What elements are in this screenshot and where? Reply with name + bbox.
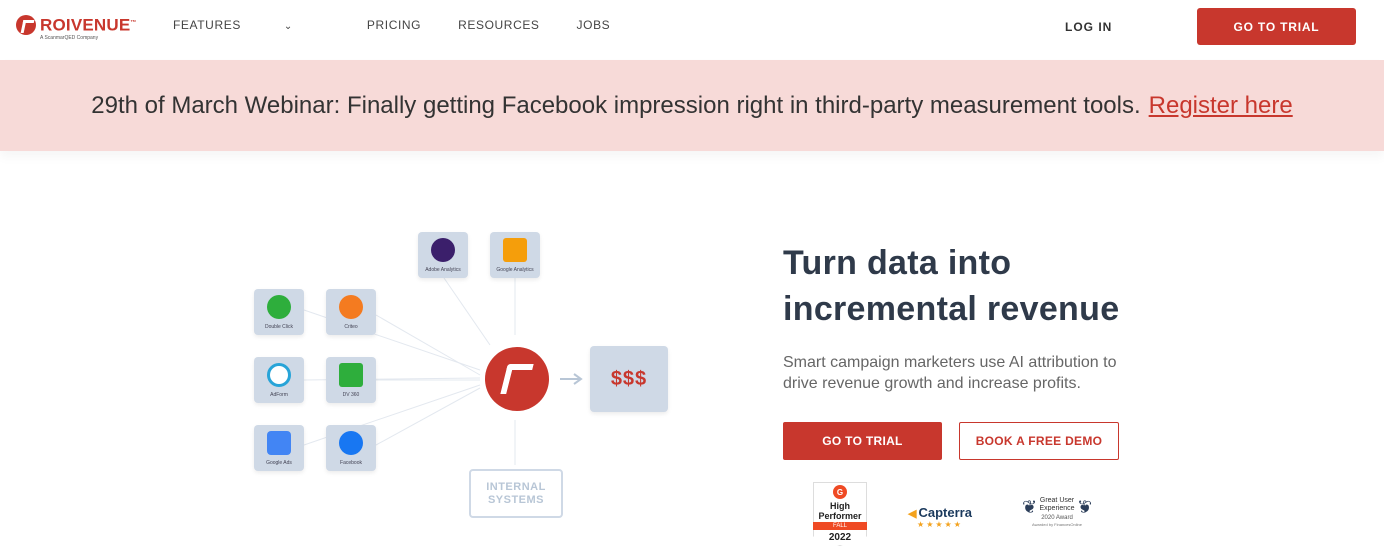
go-to-trial-button[interactable]: GO TO TRIAL (1197, 8, 1356, 45)
capterra-stars: ★★★★★ (917, 520, 963, 529)
hero-title-line1: Turn data into (783, 244, 1012, 282)
nav-links: FEATURES ⌄ PRICING RESOURCES JOBS (173, 18, 647, 32)
logo-name: ROIVENUE (40, 15, 131, 35)
g2-year: 2022 (828, 532, 852, 543)
tile-dv360: DV 360 (326, 357, 376, 403)
adform-icon (267, 363, 291, 387)
register-link[interactable]: Register here (1149, 92, 1293, 120)
tile-double-click: Double Click (254, 289, 304, 335)
nav-pricing[interactable]: PRICING (367, 18, 421, 32)
criteo-icon (339, 295, 363, 319)
award-badges: G High Performer FALL 2022 ◀ Capterra ★★★… (810, 482, 1100, 548)
tile-google-analytics: Google Analytics (490, 232, 540, 278)
internal-line2: SYSTEMS (487, 493, 545, 506)
logo-tm: ™ (130, 20, 137, 26)
hero-description: Smart campaign marketers use AI attribut… (783, 354, 1117, 392)
tile-adobe-analytics: Adobe Analytics (418, 232, 468, 278)
logo-subtitle: A ScanmarQED Company (40, 34, 99, 41)
login-link[interactable]: LOG IN (1065, 20, 1112, 34)
tile-adform: AdForm (254, 357, 304, 403)
capterra-badge: ◀ Capterra ★★★★★ (908, 505, 972, 529)
google-analytics-icon (503, 238, 527, 262)
tile-google-ads: Google Ads (254, 425, 304, 471)
g2-line2: Performer (818, 511, 862, 521)
top-nav: ROIVENUE™ A ScanmarQED Company FEATURES ⌄… (0, 0, 1384, 60)
roivenue-hub-icon (485, 347, 549, 411)
attribution-diagram: Adobe Analytics Google Analytics Double … (240, 220, 690, 530)
tile-label: Facebook (340, 460, 362, 466)
go-to-trial-cta-button[interactable]: GO TO TRIAL (783, 422, 942, 460)
hero-cta-group: GO TO TRIAL BOOK A FREE DEMO (783, 422, 1119, 460)
g2-line1: High (830, 501, 850, 511)
tile-label: Double Click (264, 324, 294, 330)
g2-season: FALL (813, 522, 867, 530)
tile-label: AdForm (270, 392, 288, 398)
capterra-name: Capterra (918, 505, 972, 520)
nav-jobs[interactable]: JOBS (577, 18, 611, 32)
tile-label: DV 360 (342, 392, 360, 398)
dv360-icon (339, 363, 363, 387)
financesonline-award-badge: ❦ ❦ Great User Experience 2020 Award Awa… (1022, 497, 1092, 527)
google-ads-icon (267, 431, 291, 455)
internal-systems-box: INTERNAL SYSTEMS (469, 469, 563, 518)
roivenue-logo-icon (16, 15, 36, 35)
g2-icon: G (833, 485, 847, 499)
facebook-icon (339, 431, 363, 455)
chevron-down-icon: ⌄ (283, 21, 293, 32)
g2-high-performer-badge: G High Performer FALL 2022 (810, 482, 870, 548)
tile-label: Google Ads (266, 460, 292, 466)
tile-criteo: Criteo (326, 289, 376, 335)
adobe-analytics-icon (431, 238, 455, 262)
revenue-box: $$$ (590, 346, 668, 412)
hero-title-line2: incremental revenue (783, 290, 1120, 328)
book-demo-button[interactable]: BOOK A FREE DEMO (959, 422, 1119, 460)
tile-label: Adobe Analytics (425, 267, 461, 273)
laurel-right-icon: ❦ (1076, 497, 1092, 517)
nav-resources[interactable]: RESOURCES (458, 18, 539, 32)
ff-line4: Awarded by FinancesOnline (1032, 522, 1082, 527)
webinar-banner: 29th of March Webinar: Finally getting F… (0, 60, 1384, 151)
laurel-left-icon: ❦ (1022, 497, 1038, 517)
capterra-icon: ◀ (908, 508, 917, 520)
doubleclick-icon (267, 295, 291, 319)
hero-section: Turn data into incremental revenue Smart… (783, 240, 1343, 394)
roivenue-logo[interactable]: ROIVENUE™ A ScanmarQED Company (16, 14, 137, 41)
tile-label: Criteo (344, 324, 358, 330)
nav-features[interactable]: FEATURES ⌄ (173, 18, 330, 32)
nav-features-label: FEATURES (173, 18, 241, 32)
internal-line1: INTERNAL (486, 480, 546, 493)
banner-text: 29th of March Webinar: Finally getting F… (91, 91, 1141, 119)
tile-facebook: Facebook (326, 425, 376, 471)
hero-title: Turn data into incremental revenue (783, 240, 1343, 332)
tile-label: Google Analytics (496, 267, 534, 273)
